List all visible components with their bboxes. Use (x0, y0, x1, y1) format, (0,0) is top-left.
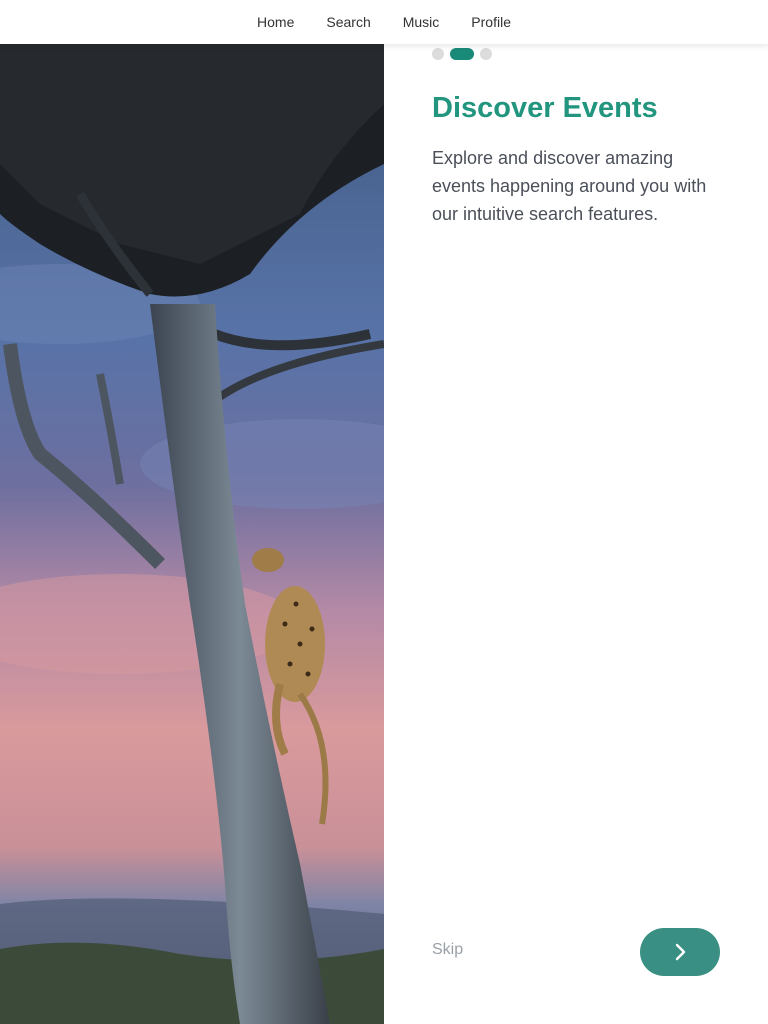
onboarding-panel: Discover Events Explore and discover ama… (384, 44, 768, 1024)
onboarding-title: Discover Events (432, 92, 658, 124)
hero-image (0, 44, 384, 1024)
nav-home-link[interactable]: Home (241, 14, 310, 30)
pagination-dots (432, 48, 492, 60)
pagination-dot-1[interactable] (432, 48, 444, 60)
chevron-right-icon (675, 943, 686, 961)
leopard-tree-illustration (0, 44, 384, 1024)
nav-music-link[interactable]: Music (387, 14, 456, 30)
nav-search-link[interactable]: Search (310, 14, 386, 30)
pagination-dot-3[interactable] (480, 48, 492, 60)
nav-profile-link[interactable]: Profile (455, 14, 527, 30)
pagination-dot-2-active[interactable] (450, 48, 474, 60)
next-button[interactable] (640, 928, 720, 976)
skip-button[interactable]: Skip (432, 941, 463, 959)
top-navigation: Home Search Music Profile (0, 0, 768, 44)
onboarding-description: Explore and discover amazing events happ… (432, 148, 707, 224)
